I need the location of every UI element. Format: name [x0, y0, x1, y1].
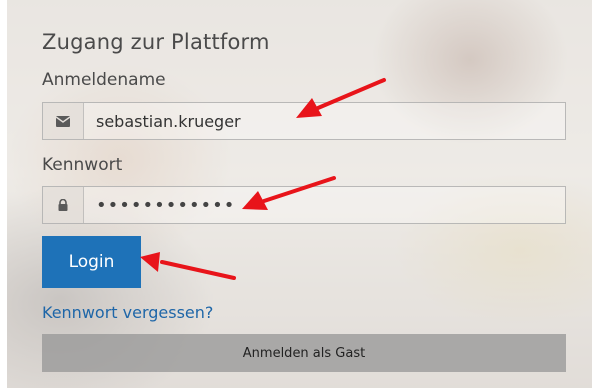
- login-screen: Zugang zur Plattform Anmeldename Kennwor…: [0, 0, 598, 388]
- password-field: [42, 186, 566, 224]
- password-input[interactable]: [84, 187, 564, 223]
- password-label: Kennwort: [42, 155, 123, 175]
- username-label: Anmeldename: [42, 70, 166, 90]
- lock-icon: [43, 187, 84, 223]
- guest-login-button[interactable]: Anmelden als Gast: [42, 334, 566, 372]
- forgot-password-link[interactable]: Kennwort vergessen?: [42, 303, 213, 322]
- login-button[interactable]: Login: [42, 236, 141, 288]
- username-input[interactable]: [84, 103, 564, 139]
- login-form: Zugang zur Plattform Anmeldename Kennwor…: [0, 0, 598, 388]
- envelope-icon: [43, 103, 84, 139]
- username-field: [42, 102, 566, 140]
- page-title: Zugang zur Plattform: [42, 30, 270, 54]
